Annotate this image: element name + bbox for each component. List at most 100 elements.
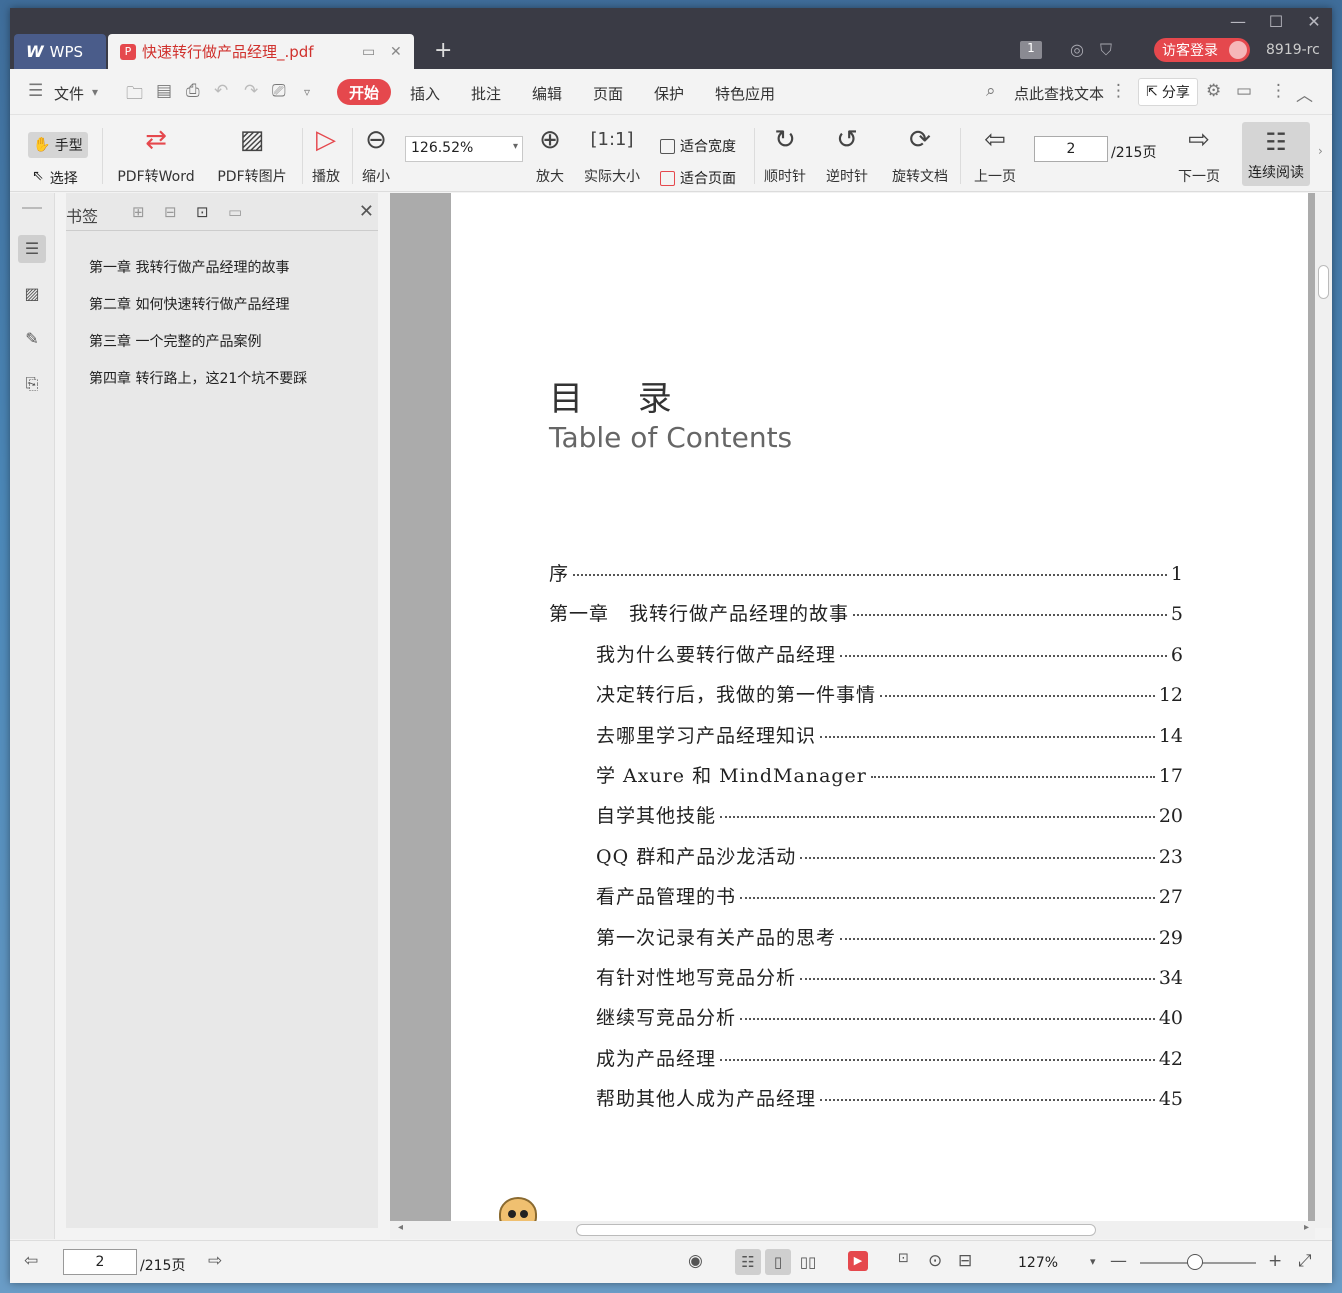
eye-protect-icon[interactable]: ◉ [688, 1251, 703, 1271]
window-count-badge[interactable]: 1 [1020, 41, 1042, 59]
two-page-icon[interactable]: ▯▯ [795, 1249, 821, 1275]
select-tool-button[interactable]: ⇖ 选择 [32, 168, 78, 188]
attachment-icon[interactable]: ⎘ [18, 370, 46, 398]
more-quick-icon[interactable]: ▿ [304, 85, 310, 99]
pin-window-icon[interactable]: ▭ [362, 44, 375, 60]
actual-size-icon[interactable]: ⊡ [898, 1251, 909, 1266]
toc-entry: QQ 群和产品沙龙活动 23 [596, 842, 1183, 869]
fullscreen-icon[interactable]: ⤢ [1298, 1251, 1312, 1271]
ribbon-scroll-right-icon[interactable]: › [1318, 144, 1323, 158]
page-number-input[interactable]: 2 [1034, 136, 1108, 162]
pdf-to-word-icon: ⇄ [145, 125, 167, 155]
zoom-out-button[interactable]: ⊖ 缩小 [358, 120, 394, 186]
comment-icon[interactable]: ▭ [1236, 81, 1252, 101]
more-vertical-icon[interactable]: ⋮ [1270, 81, 1287, 101]
print-icon[interactable]: ⎙ [186, 81, 200, 101]
search-text-button[interactable]: 点此查找文本 [1014, 83, 1104, 104]
tab-document[interactable]: P 快速转行做产品经理_.pdf ▭ ✕ [108, 34, 414, 69]
shirt-icon[interactable]: ⛉ [1100, 40, 1112, 60]
bookmark-item[interactable]: 第四章 转行路上，这21个坑不要踩 [89, 368, 307, 388]
slideshow-play-icon[interactable]: ▶ [848, 1251, 868, 1271]
pdf-to-image-button[interactable]: ▨ PDF转图片 [214, 120, 290, 186]
single-page-icon[interactable]: ▯ [765, 1249, 791, 1275]
fit-page-icon[interactable]: ⊙ [928, 1251, 942, 1271]
settings-gear-icon[interactable]: ⚙ [1206, 81, 1221, 101]
bookmark-panel-icon[interactable]: ☰ [18, 235, 46, 263]
thumbnail-icon[interactable]: ▨ [18, 280, 46, 308]
new-tab-button[interactable]: + [434, 38, 452, 63]
tab-wps-home[interactable]: W WPS [14, 34, 106, 69]
close-tab-icon[interactable]: ✕ [390, 44, 402, 60]
menu-page[interactable]: 页面 [593, 83, 623, 104]
document-viewer[interactable]: 目 录 Table of Contents 序 1 第一章 我转行做产品经理的故事 5… [390, 193, 1315, 1228]
zoom-minus-icon[interactable]: — [1110, 1251, 1127, 1271]
menu-file[interactable]: 文件 [54, 83, 84, 104]
next-page-button[interactable]: ⇨ 下一页 [1174, 120, 1224, 186]
undo-icon[interactable]: ↶ [214, 81, 228, 101]
save-icon[interactable]: ▤ [156, 81, 172, 101]
vertical-scrollbar[interactable] [1315, 193, 1332, 1228]
close-icon[interactable]: ✕ [359, 201, 374, 222]
menu-start[interactable]: 开始 [337, 79, 391, 105]
prev-page-icon[interactable]: ⇦ [24, 1251, 38, 1271]
rotate-document-button[interactable]: ⟳ 旋转文档 [888, 120, 952, 186]
close-window-icon[interactable]: ✕ [1302, 12, 1326, 31]
toc-entry-page: 34 [1158, 967, 1183, 989]
vertical-scroll-thumb[interactable] [1318, 265, 1329, 299]
status-page-input[interactable]: 2 [63, 1249, 137, 1275]
skin-icon[interactable]: ◎ [1070, 40, 1084, 59]
share-button[interactable]: ⇱ 分享 [1138, 78, 1198, 106]
play-button[interactable]: ▷ 播放 [308, 120, 344, 186]
delete-bookmark-icon[interactable]: ▭ [228, 203, 242, 221]
menu-protect[interactable]: 保护 [654, 83, 684, 104]
horizontal-scroll-thumb[interactable] [576, 1224, 1096, 1236]
hamburger-icon[interactable]: ☰ [28, 81, 43, 101]
menu-edit[interactable]: 编辑 [532, 83, 562, 104]
zoom-in-button[interactable]: ⊕ 放大 [532, 120, 568, 186]
menu-bar: ☰ 文件 ▾ 🗀 ▤ ⎙ ↶ ↷ ⎚ ▿ 开始 插入 批注 编辑 页面 保护 特… [10, 69, 1332, 115]
open-folder-icon[interactable]: 🗀 [126, 81, 143, 110]
minimize-icon[interactable]: — [1226, 12, 1250, 31]
continuous-view-icon[interactable]: ☷ [735, 1249, 761, 1275]
visitor-login-button[interactable]: 访客登录 [1154, 38, 1250, 62]
add-bookmark-icon[interactable]: ⊡ [196, 203, 209, 221]
continuous-read-button[interactable]: ☷ 连续阅读 [1242, 122, 1310, 186]
redo-icon[interactable]: ↷ [244, 81, 258, 101]
collapse-ribbon-icon[interactable]: ︿ [1296, 81, 1313, 106]
pdf-to-word-button[interactable]: ⇄ PDF转Word [114, 120, 198, 186]
horizontal-scrollbar[interactable]: ◂ ▸ [390, 1221, 1315, 1239]
fit-width-icon[interactable]: ⊟ [958, 1251, 972, 1271]
zoom-dropdown-icon[interactable]: ▾ [1090, 1255, 1096, 1268]
continuous-read-icon: ☷ [1265, 128, 1287, 156]
divider [302, 128, 303, 184]
hand-tool-button[interactable]: ✋ 手型 [28, 132, 88, 158]
search-more-icon[interactable]: ⋮ [1110, 81, 1127, 101]
zoom-plus-icon[interactable]: + [1268, 1251, 1282, 1271]
maximize-icon[interactable]: ☐ [1264, 12, 1288, 31]
annotation-pen-icon[interactable]: ✎ [18, 325, 46, 353]
bookmark-item[interactable]: 第三章 一个完整的产品案例 [89, 331, 261, 351]
actual-size-button[interactable]: [1:1] 实际大小 [580, 120, 644, 186]
collapse-all-icon[interactable]: ⊟ [164, 203, 177, 221]
expand-all-icon[interactable]: ⊞ [132, 203, 145, 221]
bookmark-item[interactable]: 第一章 我转行做产品经理的故事 [89, 257, 289, 277]
rotate-counter-button[interactable]: ↺ 逆时针 [824, 120, 870, 186]
prev-page-button[interactable]: ⇦ 上一页 [970, 120, 1020, 186]
actual-size-icon: [1:1] [590, 129, 634, 150]
fit-page-button[interactable]: 适合页面 [660, 168, 736, 188]
zoom-slider-knob[interactable] [1187, 1254, 1203, 1270]
search-icon[interactable]: ⌕ [986, 81, 996, 101]
export-image-icon[interactable]: ⎚ [272, 81, 286, 101]
zoom-select[interactable]: 126.52% ▾ [405, 136, 523, 162]
bookmark-item[interactable]: 第二章 如何快速转行做产品经理 [89, 294, 289, 314]
next-page-icon[interactable]: ⇨ [208, 1251, 222, 1271]
status-zoom-value[interactable]: 127% [1018, 1255, 1058, 1271]
menu-insert[interactable]: 插入 [410, 83, 440, 104]
scroll-right-icon[interactable]: ▸ [1304, 1222, 1309, 1233]
menu-special[interactable]: 特色应用 [715, 83, 775, 104]
menu-annotate[interactable]: 批注 [471, 83, 501, 104]
chevron-down-icon[interactable]: ▾ [92, 85, 98, 99]
scroll-left-icon[interactable]: ◂ [398, 1222, 403, 1233]
rotate-clockwise-button[interactable]: ↻ 顺时针 [762, 120, 808, 186]
fit-width-button[interactable]: 适合宽度 [660, 136, 736, 156]
